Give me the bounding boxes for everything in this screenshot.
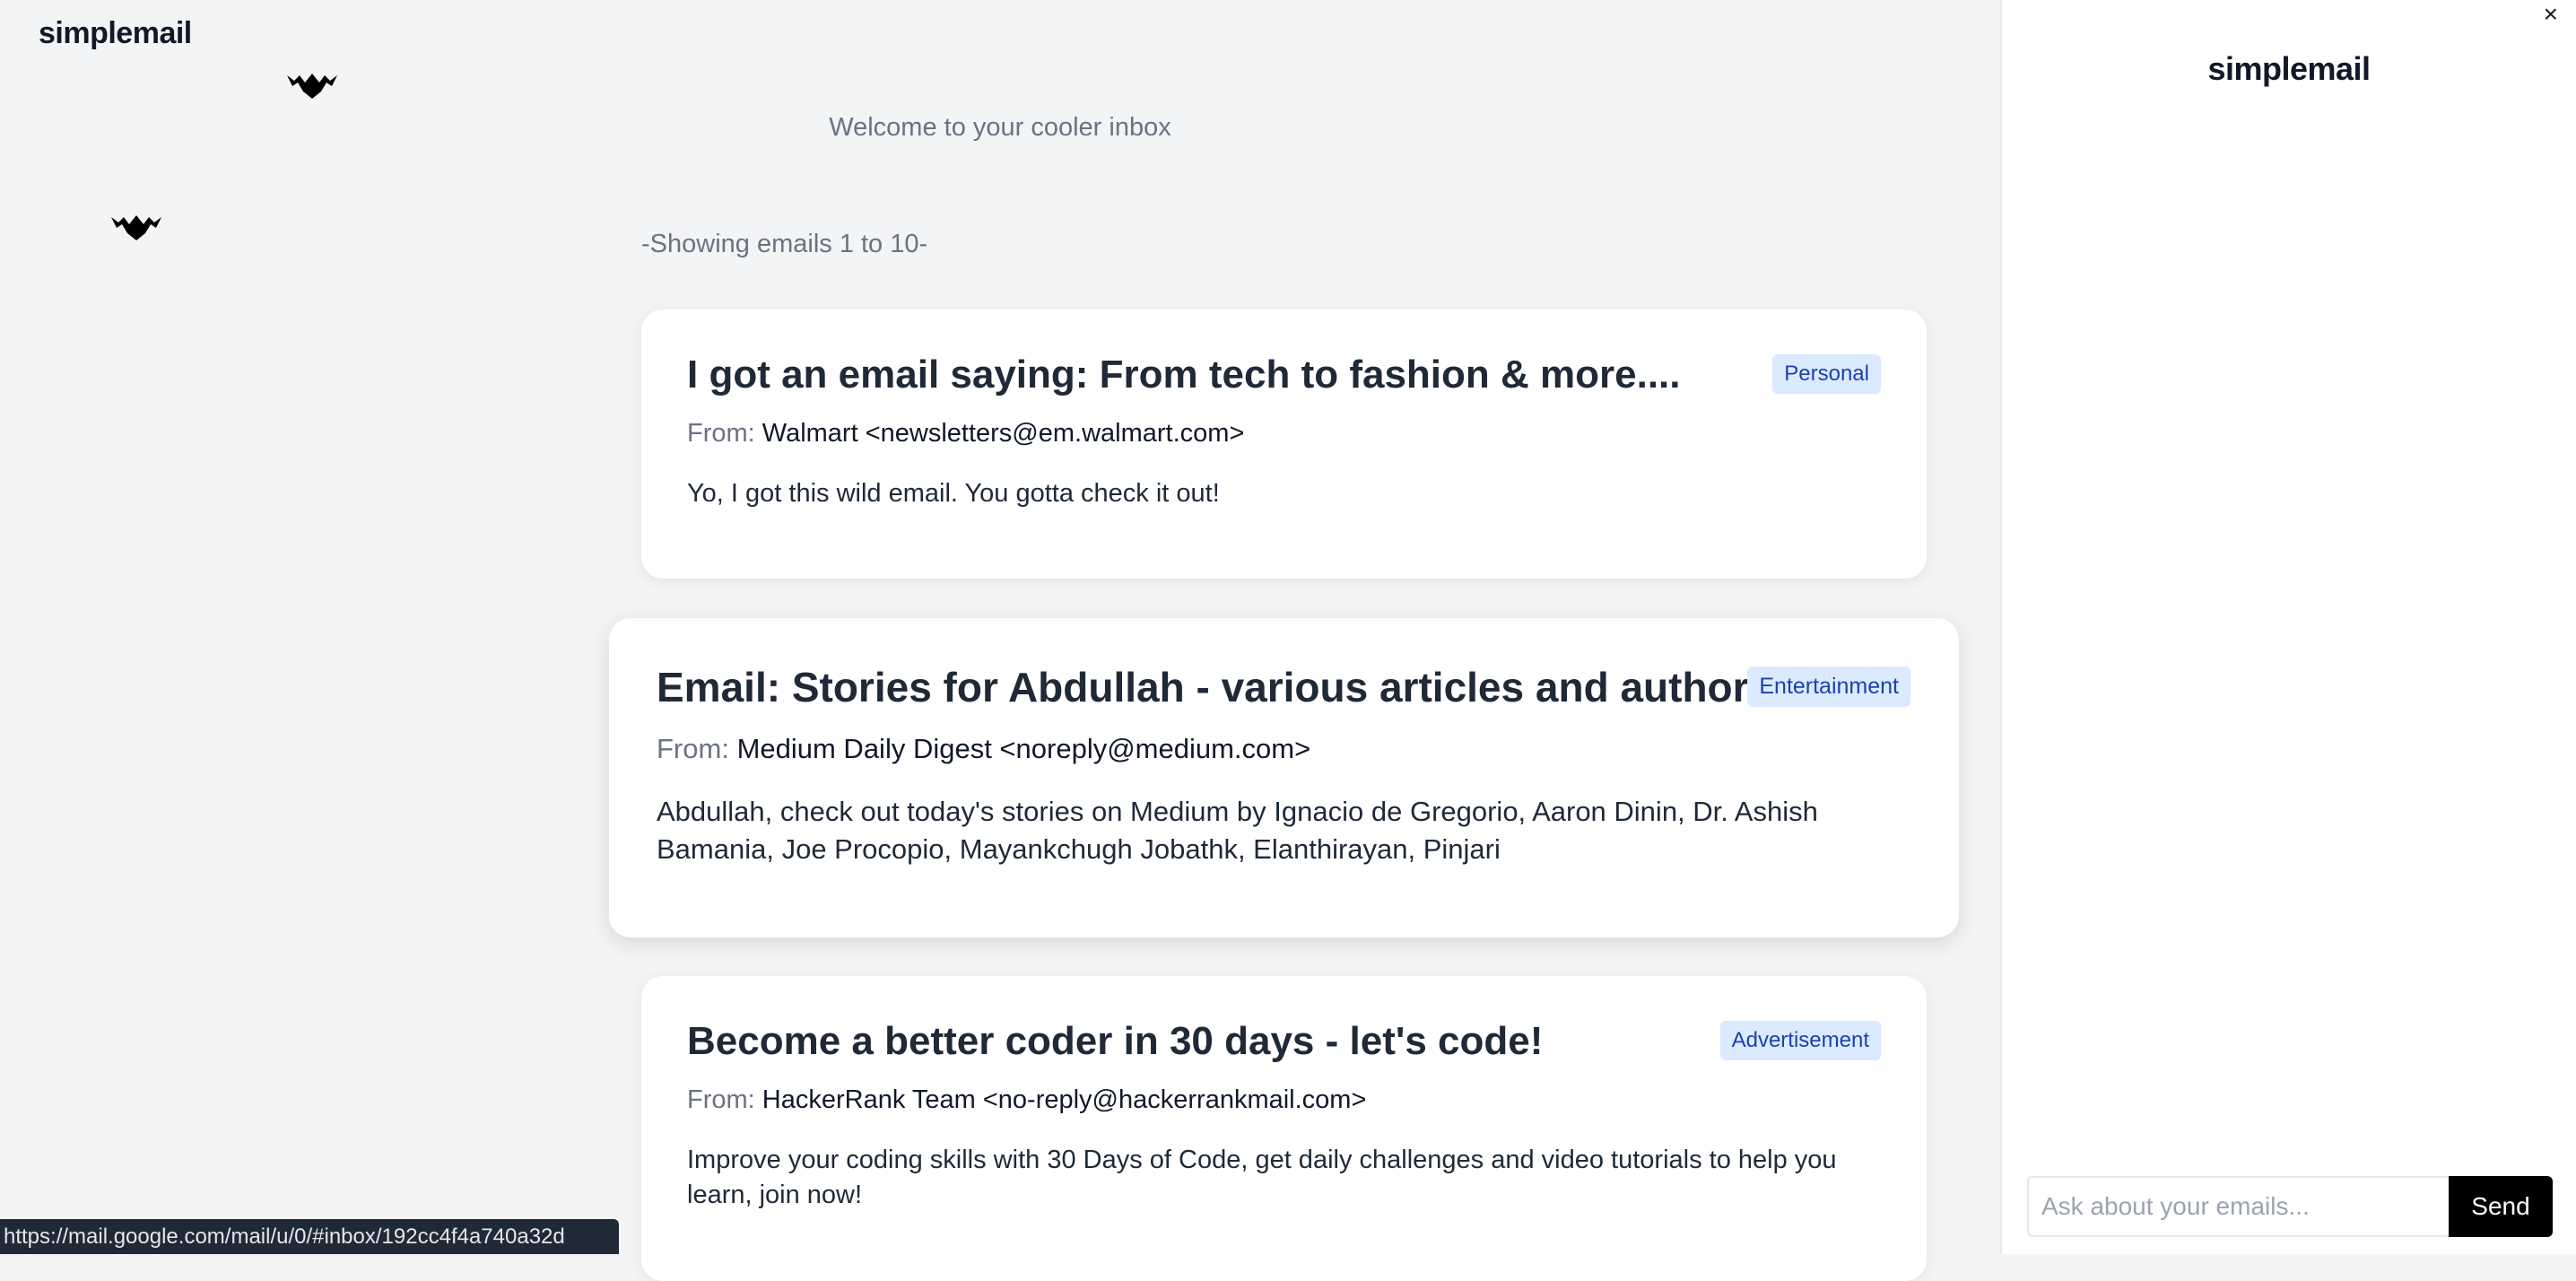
- email-sender: From: Medium Daily Digest <noreply@mediu…: [657, 733, 1310, 765]
- send-button[interactable]: Send: [2449, 1176, 2553, 1237]
- bat-icon: [287, 72, 337, 100]
- email-card[interactable]: Email: Stories for Abdullah - various ar…: [609, 618, 1959, 937]
- bat-icon: [111, 214, 161, 242]
- email-card[interactable]: Become a better coder in 30 days - let's…: [641, 976, 1927, 1281]
- sender-address: Walmart <newsletters@em.walmart.com>: [761, 419, 1245, 448]
- category-tag: Personal: [1772, 354, 1881, 394]
- category-tag: Advertisement: [1719, 1021, 1881, 1060]
- link-preview-url: https://mail.google.com/mail/u/0/#inbox/…: [0, 1219, 619, 1254]
- from-label: From:: [657, 733, 729, 764]
- from-label: From:: [687, 419, 755, 448]
- ask-emails-input[interactable]: [2027, 1176, 2479, 1237]
- welcome-message: Welcome to your cooler inbox: [829, 113, 1171, 142]
- sender-address: Medium Daily Digest <noreply@medium.com>: [736, 733, 1311, 764]
- chat-side-panel: × simplemail: [2000, 0, 2576, 1254]
- side-panel-title: simplemail: [2207, 50, 2371, 87]
- pagination-info: -Showing emails 1 to 10-: [641, 230, 928, 258]
- app-logo: simplemail: [39, 16, 192, 50]
- from-label: From:: [687, 1085, 755, 1114]
- email-subject: Email: Stories for Abdullah - various ar…: [657, 664, 1783, 710]
- email-sender: From: HackerRank Team <no-reply@hackerra…: [687, 1085, 1366, 1115]
- email-summary: Abdullah, check out today's stories on M…: [657, 796, 1818, 865]
- email-summary: Yo, I got this wild email. You gotta che…: [687, 479, 1220, 508]
- category-tag: Entertainment: [1747, 667, 1910, 707]
- email-sender: From: Walmart <newsletters@em.walmart.co…: [687, 419, 1244, 449]
- email-subject: I got an email saying: From tech to fash…: [687, 353, 1681, 396]
- email-card[interactable]: I got an email saying: From tech to fash…: [641, 309, 1927, 579]
- email-subject: Become a better coder in 30 days - let's…: [687, 1019, 1544, 1063]
- sender-address: HackerRank Team <no-reply@hackerrankmail…: [761, 1085, 1367, 1114]
- email-summary: Improve your coding skills with 30 Days …: [687, 1146, 1837, 1210]
- close-icon[interactable]: ×: [2544, 0, 2558, 29]
